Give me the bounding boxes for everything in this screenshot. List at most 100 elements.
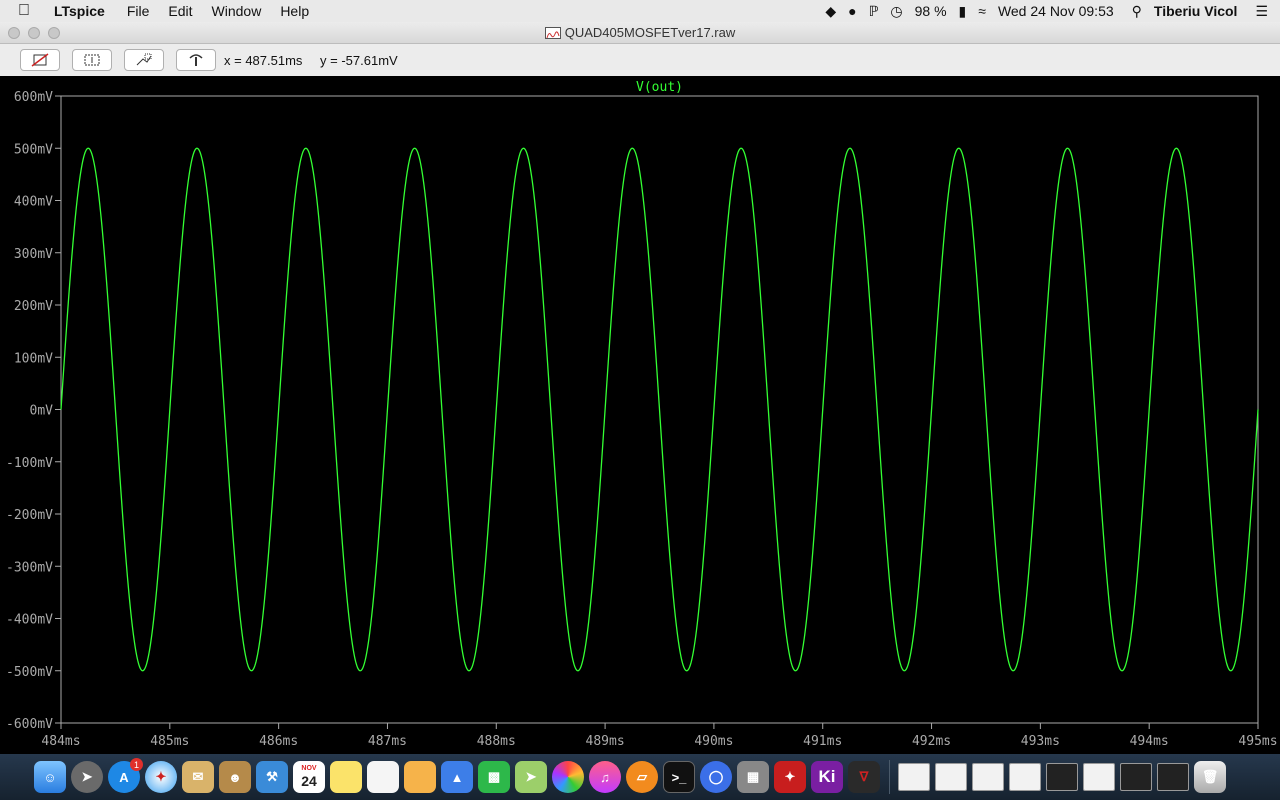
- battery-icon[interactable]: ▮: [959, 3, 967, 20]
- measure-icon: [189, 54, 203, 66]
- dock-minimized-window[interactable]: [1120, 763, 1152, 791]
- textedit-icon[interactable]: [367, 761, 399, 793]
- y-tick-label: -300mV: [6, 560, 53, 575]
- x-tick-label: 488ms: [477, 734, 516, 749]
- ltspice-icon[interactable]: ∇: [848, 761, 880, 793]
- window-title: QUAD405MOSFETver17.raw: [564, 25, 736, 40]
- waveform-plot[interactable]: 600mV 500mV 400mV 300mV 200mV 100mV 0mV -100mV -…: [0, 76, 1280, 754]
- itunes-icon[interactable]: ♫: [589, 761, 621, 793]
- photos-icon[interactable]: [552, 761, 584, 793]
- zoom-box-icon: [84, 54, 100, 66]
- x-tick-label: 486ms: [259, 734, 298, 749]
- terminal-icon[interactable]: >_: [663, 761, 695, 793]
- y-tick-label: 100mV: [14, 351, 53, 366]
- xcode-icon[interactable]: ⚒: [256, 761, 288, 793]
- zoom-button[interactable]: [48, 27, 60, 39]
- y-tick-label: -600mV: [6, 717, 53, 732]
- y-tick-label: -100mV: [6, 456, 53, 471]
- waveform-document-icon: [544, 26, 561, 39]
- y-tick-label: 300mV: [14, 247, 53, 262]
- minimize-button[interactable]: [28, 27, 40, 39]
- y-tick-label: 500mV: [14, 142, 53, 157]
- dock-minimized-window[interactable]: [1009, 763, 1041, 791]
- time-machine-icon[interactable]: ◷: [890, 3, 902, 20]
- calendar-icon[interactable]: NOV 24: [293, 761, 325, 793]
- mail-icon[interactable]: ✉: [182, 761, 214, 793]
- keynote-icon[interactable]: ▲: [441, 761, 473, 793]
- dock-minimized-window[interactable]: [898, 763, 930, 791]
- user-name[interactable]: Tiberiu Vicol: [1154, 3, 1238, 19]
- spotlight-search-icon[interactable]: ⚲: [1132, 3, 1142, 20]
- autorange-icon: [31, 53, 49, 67]
- trash-icon[interactable]: 🗑: [1194, 761, 1226, 793]
- dock-minimized-window[interactable]: [1046, 763, 1078, 791]
- toolbar: x = 487.51ms y = -57.61mV: [0, 44, 1280, 76]
- menu-edit[interactable]: Edit: [168, 3, 192, 19]
- bluetooth-icon[interactable]: ℙ: [869, 3, 879, 20]
- safari-icon[interactable]: ✦: [145, 761, 177, 793]
- x-tick-label: 484ms: [41, 734, 80, 749]
- menu-window[interactable]: Window: [212, 3, 262, 19]
- x-tick-label: 492ms: [912, 734, 951, 749]
- dock-separator: [889, 760, 890, 794]
- window-titlebar: QUAD405MOSFETver17.raw: [0, 22, 1280, 44]
- trace-v-out: [60, 147, 1259, 672]
- apple-icon[interactable]: : [18, 2, 36, 20]
- dock-minimized-window[interactable]: [1083, 763, 1115, 791]
- dock-minimized-window[interactable]: [935, 763, 967, 791]
- pan-button[interactable]: [124, 49, 164, 71]
- app-store-icon[interactable]: A1: [108, 758, 143, 793]
- calendar-day: 24: [301, 773, 317, 789]
- cursor-readout: x = 487.51ms y = -57.61mV: [224, 53, 412, 68]
- pan-icon: [136, 53, 152, 66]
- launchpad-icon[interactable]: ➤: [71, 761, 103, 793]
- notification-center-icon[interactable]: ☰: [1255, 3, 1268, 20]
- notes-icon[interactable]: [330, 761, 362, 793]
- maps-icon[interactable]: ➤: [515, 761, 547, 793]
- x-tick-label: 493ms: [1021, 734, 1060, 749]
- y-tick-label: -200mV: [6, 508, 53, 523]
- menu-file[interactable]: File: [127, 3, 150, 19]
- ibooks-icon[interactable]: ▱: [626, 761, 658, 793]
- dropbox-icon[interactable]: ◆: [825, 3, 836, 20]
- calendar-month: NOV: [301, 765, 317, 772]
- waveform-chart[interactable]: 600mV 500mV 400mV 300mV 200mV 100mV 0mV -100mV -…: [0, 76, 1280, 754]
- y-tick-label: -400mV: [6, 613, 53, 628]
- x-tick-label: 485ms: [150, 734, 189, 749]
- y-tick-label: 400mV: [14, 195, 53, 210]
- menu-bar:  LTspice File Edit Window Help ◆ ● ℙ ◷ …: [0, 0, 1280, 22]
- pages-icon[interactable]: [404, 761, 436, 793]
- clock[interactable]: Wed 24 Nov 09:53: [998, 3, 1114, 19]
- cursor-x-value: x = 487.51ms: [224, 52, 303, 68]
- battery-percent: 98 %: [914, 3, 947, 19]
- y-tick-label: 200mV: [14, 299, 53, 314]
- menu-help[interactable]: Help: [280, 3, 309, 19]
- kicad-icon[interactable]: Ki: [811, 761, 843, 793]
- numbers-icon[interactable]: ▩: [478, 761, 510, 793]
- y-tick-label: -500mV: [6, 665, 53, 680]
- calculator-icon[interactable]: ▦: [737, 761, 769, 793]
- y-tick-label: 0mV: [30, 404, 54, 419]
- signal-icon[interactable]: ◯: [700, 761, 732, 793]
- window-controls: [8, 27, 60, 39]
- x-tick-label: 495ms: [1238, 734, 1277, 749]
- close-button[interactable]: [8, 27, 20, 39]
- acrobat-icon[interactable]: ✦: [774, 761, 806, 793]
- dock-minimized-window[interactable]: [972, 763, 1004, 791]
- cursor-y-value: y = -57.61mV: [320, 52, 398, 68]
- app-menu[interactable]: LTspice: [54, 3, 105, 19]
- dock: ☺ ➤ A1 ✦ ✉ ☻ ⚒ NOV 24 ▲ ▩ ➤ ♫ ▱ >_ ◯ ▦ ✦ …: [0, 754, 1280, 800]
- finder-icon[interactable]: ☺: [34, 761, 66, 793]
- zoom-box-button[interactable]: [72, 49, 112, 71]
- app-store-badge: 1: [130, 758, 143, 771]
- wifi-icon[interactable]: ≈: [978, 3, 986, 19]
- malwarebytes-icon[interactable]: ●: [848, 3, 856, 19]
- x-tick-label: 490ms: [694, 734, 733, 749]
- contacts-icon[interactable]: ☻: [219, 761, 251, 793]
- x-tick-label: 489ms: [586, 734, 625, 749]
- x-tick-label: 494ms: [1130, 734, 1169, 749]
- trace-label[interactable]: V(out): [636, 80, 683, 95]
- dock-minimized-window[interactable]: [1157, 763, 1189, 791]
- autorange-button[interactable]: [20, 49, 60, 71]
- measure-button[interactable]: [176, 49, 216, 71]
